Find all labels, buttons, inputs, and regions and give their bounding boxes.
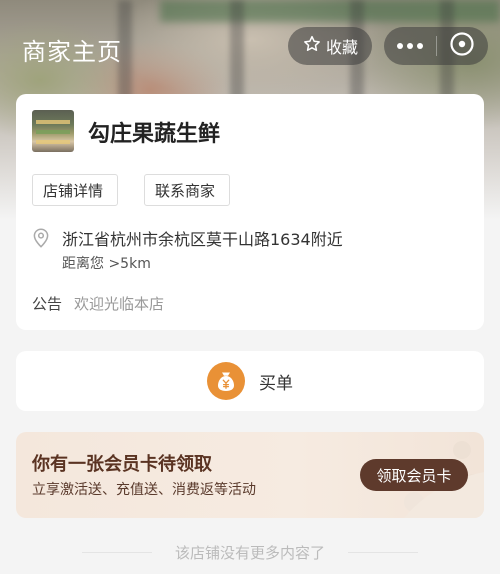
footer-divider-right [348,552,418,553]
favorite-label: 收藏 [325,38,358,57]
star-icon [302,34,322,58]
more-button[interactable] [384,27,436,65]
store-detail-tag[interactable]: 店铺详情 [32,174,118,206]
store-address[interactable]: 浙江省杭州市余杭区莫干山路1634附近 [62,226,343,250]
member-card-subtitle: 立享激活送、充值送、消费返等活动 [32,482,256,498]
no-more-content-text: 该店铺没有更多内容了 [174,544,325,562]
pay-button[interactable]: 买单 [16,351,484,411]
claim-member-card-button[interactable]: 领取会员卡 [360,459,468,491]
page-title: 商家主页 [22,38,122,66]
store-distance: 距离您 >5km [62,256,151,272]
member-card-title: 你有一张会员卡待领取 [32,454,212,475]
mini-program-capsule [384,27,488,65]
close-circle-icon [449,31,475,61]
store-info-card: 勾庄果蔬生鲜 店铺详情 联系商家 浙江省杭州市余杭区莫干山路1634附近 距离您… [16,94,484,330]
yen-bag-icon [207,362,245,400]
contact-merchant-tag[interactable]: 联系商家 [144,174,230,206]
favorite-button[interactable]: 收藏 [288,27,372,65]
store-logo [32,110,74,152]
notice-label: 公告 [32,295,63,313]
member-card-banner[interactable]: 你有一张会员卡待领取 立享激活送、充值送、消费返等活动 领取会员卡 [16,432,484,518]
notice-text: 欢迎光临本店 [74,295,165,313]
location-pin-icon [32,228,50,248]
pay-label: 买单 [259,373,293,394]
store-name: 勾庄果蔬生鲜 [88,122,221,147]
close-button[interactable] [436,27,488,65]
more-dots-icon [396,43,423,49]
top-bar: 商家主页 收藏 [0,0,500,92]
